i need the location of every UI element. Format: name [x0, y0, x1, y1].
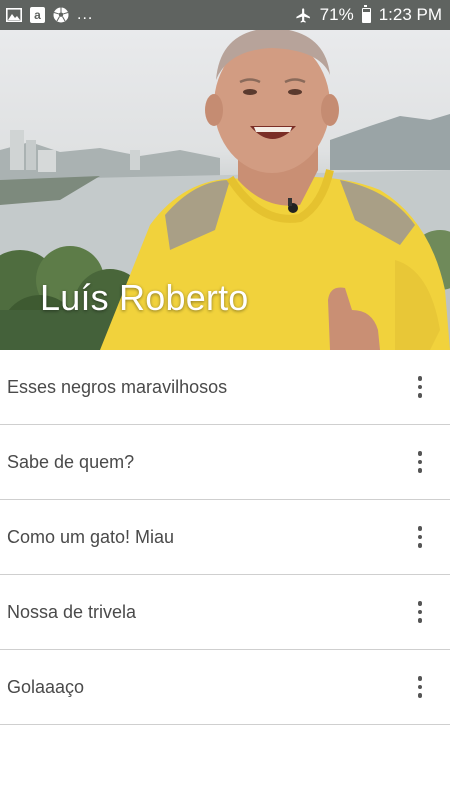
- list-item[interactable]: Sabe de quem?: [0, 425, 450, 500]
- airplane-mode-icon: [295, 7, 312, 24]
- sound-label: Como um gato! Miau: [7, 526, 175, 547]
- battery-fill: [362, 12, 370, 22]
- sound-label: Golaaaço: [7, 676, 85, 697]
- header-image: Luís Roberto: [0, 30, 450, 350]
- sound-label: Esses negros maravilhosos: [7, 376, 228, 397]
- system-icons: 71% 1:23 PM: [295, 4, 442, 25]
- battery-percentage: 71%: [319, 5, 354, 24]
- page-title: Luís Roberto: [40, 277, 249, 318]
- notification-icons: a ...: [6, 6, 93, 24]
- sound-list: Esses negros maravilhosos Sabe de quem? …: [0, 350, 450, 725]
- battery-icon: [361, 4, 371, 23]
- more-options-icon[interactable]: [408, 522, 432, 552]
- status-bar: a ... 71% 1:23 PM: [0, 0, 450, 30]
- sound-label: Nossa de trivela: [7, 601, 137, 622]
- list-item[interactable]: Nossa de trivela: [0, 575, 450, 650]
- more-notifications-indicator: ...: [77, 6, 94, 23]
- more-options-icon[interactable]: [408, 597, 432, 627]
- more-options-icon[interactable]: [408, 672, 432, 702]
- more-options-icon[interactable]: [408, 372, 432, 402]
- svg-text:a: a: [34, 8, 41, 22]
- more-options-icon[interactable]: [408, 447, 432, 477]
- sound-label: Sabe de quem?: [7, 451, 135, 472]
- list-item[interactable]: Golaaaço: [0, 650, 450, 725]
- soccer-ball-icon: [53, 7, 69, 23]
- list-item[interactable]: Esses negros maravilhosos: [0, 350, 450, 425]
- clock: 1:23 PM: [378, 5, 442, 24]
- amazon-icon: a: [30, 7, 45, 23]
- image-icon: [6, 8, 22, 22]
- list-item[interactable]: Como um gato! Miau: [0, 500, 450, 575]
